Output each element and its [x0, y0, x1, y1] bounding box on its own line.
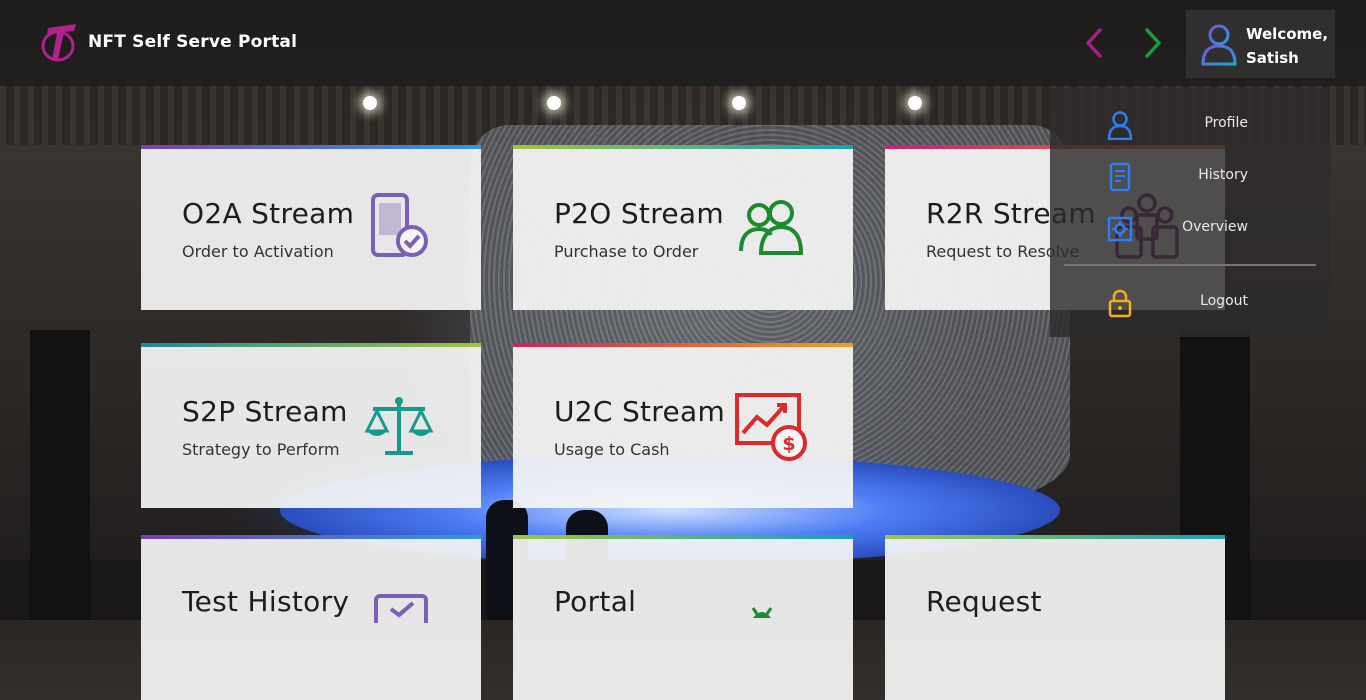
scales-icon [363, 391, 435, 463]
card-subtitle: Purchase to Order [554, 242, 699, 261]
back-button[interactable] [1080, 24, 1110, 62]
card-title: Test History [182, 585, 350, 618]
card-title: O2A Stream [182, 197, 355, 230]
welcome-label: Welcome, [1246, 25, 1329, 43]
welcome-text: Welcome, Satish [1246, 22, 1328, 70]
chevron-left-icon [1086, 28, 1102, 58]
svg-text:$: $ [782, 433, 795, 455]
background-pillar [30, 330, 90, 620]
menu-item-profile[interactable]: Profile [1050, 104, 1330, 144]
background-light [547, 96, 561, 110]
bug-icon [747, 603, 819, 675]
user-avatar-icon [1200, 22, 1238, 66]
menu-divider [1064, 264, 1316, 266]
user-name: Satish [1246, 49, 1299, 67]
background-light [363, 96, 377, 110]
card-accent-bar [141, 343, 481, 347]
card-title: S2P Stream [182, 395, 348, 428]
card-subtitle: Usage to Cash [554, 440, 670, 459]
card-o2a-stream[interactable]: O2A Stream Order to Activation [141, 145, 481, 310]
menu-item-history[interactable]: History [1050, 156, 1330, 196]
card-title: U2C Stream [554, 395, 726, 428]
user-menu-button[interactable]: Welcome, Satish [1186, 10, 1335, 78]
menu-item-label: Overview [1182, 219, 1248, 235]
menu-item-logout[interactable]: Logout [1050, 282, 1330, 322]
menu-item-label: Logout [1200, 293, 1248, 309]
user-icon [1106, 110, 1134, 141]
mobile-check-icon [367, 193, 439, 265]
card-title: Request [926, 585, 1042, 618]
settings-icon [1106, 214, 1134, 244]
card-test-history[interactable]: Test History [141, 535, 481, 700]
menu-item-overview[interactable]: Overview [1050, 208, 1330, 248]
card-accent-bar [141, 535, 481, 539]
card-accent-bar [141, 145, 481, 149]
card-accent-bar [885, 535, 1225, 539]
people-icon [735, 193, 807, 265]
forward-button[interactable] [1137, 24, 1167, 62]
card-p2o-stream[interactable]: P2O Stream Purchase to Order [513, 145, 853, 310]
background-light [908, 96, 922, 110]
card-s2p-stream[interactable]: S2P Stream Strategy to Perform [141, 343, 481, 508]
card-accent-bar [513, 145, 853, 149]
card-subtitle: Strategy to Perform [182, 440, 340, 459]
card-u2c-stream[interactable]: U2C Stream Usage to Cash $ [513, 343, 853, 508]
card-request[interactable]: Request [885, 535, 1225, 700]
lock-icon [1106, 288, 1134, 318]
top-bar: NFT Self Serve Portal Welcome, Satish [0, 0, 1366, 86]
menu-item-label: Profile [1204, 115, 1248, 131]
card-accent-bar [513, 343, 853, 347]
telstra-logo-icon [40, 20, 80, 64]
card-subtitle: Order to Activation [182, 242, 334, 261]
user-dropdown-menu: Profile History Overview Logout [1050, 88, 1330, 337]
checklist-icon [373, 593, 445, 665]
card-portal[interactable]: Portal [513, 535, 853, 700]
chevron-right-icon [1145, 28, 1161, 58]
card-title: Portal [554, 585, 637, 618]
card-accent-bar [513, 535, 853, 539]
document-icon [1106, 162, 1134, 192]
chart-dollar-icon: $ [735, 391, 807, 463]
app-title: NFT Self Serve Portal [88, 32, 298, 52]
background-light [732, 96, 746, 110]
card-title: P2O Stream [554, 197, 724, 230]
menu-item-label: History [1198, 167, 1248, 183]
